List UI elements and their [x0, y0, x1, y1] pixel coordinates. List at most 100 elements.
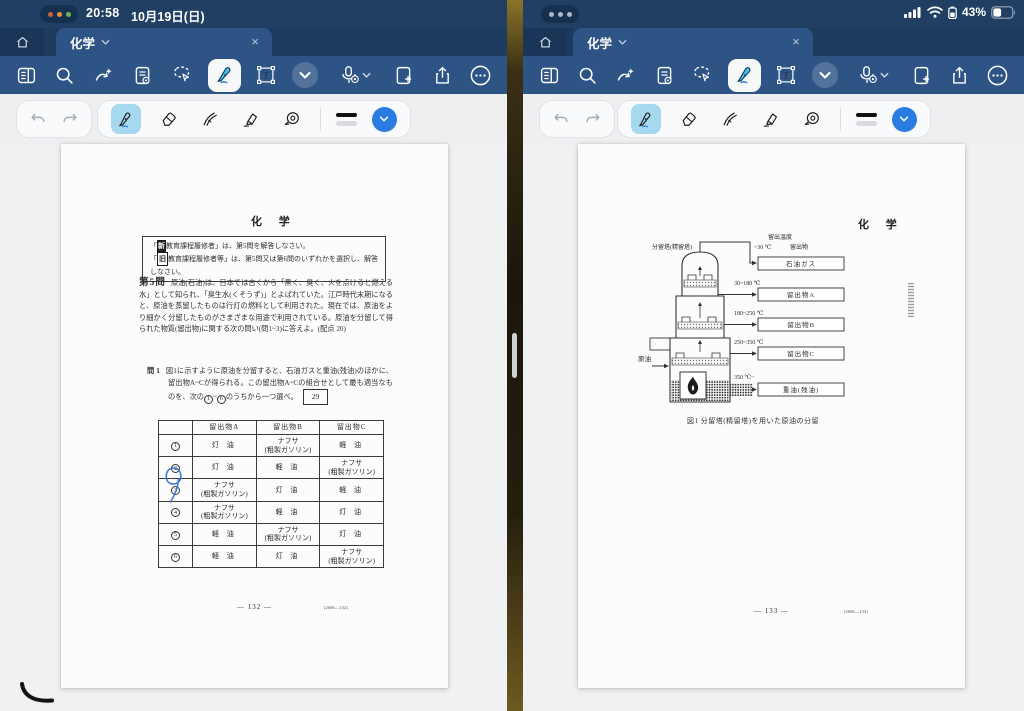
fountain-pen-tool-selected[interactable]: [631, 104, 661, 134]
figure-caption: 図1 分留塔(精留塔)を用いた原油の分留: [638, 416, 868, 426]
scroll-navigate-button[interactable]: [613, 62, 639, 88]
exam-page-133: 化 学 留出温度 分留塔(精留塔) ~30 ℃ 留出物: [578, 144, 965, 688]
new-curriculum-badge: 新: [157, 240, 166, 252]
highlighter-tool[interactable]: [758, 106, 784, 132]
highlighter-icon: [241, 109, 261, 129]
stroke-thickness-control[interactable]: [336, 113, 357, 126]
old-curriculum-badge: 旧: [157, 252, 168, 266]
chevron-down-icon: [362, 72, 371, 79]
tab-title: 化学: [70, 33, 95, 52]
battery-percent: 43%: [962, 5, 986, 19]
add-page-button[interactable]: [390, 62, 416, 88]
search-button[interactable]: [574, 62, 600, 88]
tab-close-button[interactable]: ×: [788, 34, 804, 50]
sidebar-toggle-button[interactable]: [13, 62, 39, 88]
pencil-tool[interactable]: [197, 106, 223, 132]
sparkle-swoosh-icon: [93, 65, 114, 86]
text-box-icon: T: [255, 64, 277, 86]
undo-button[interactable]: [28, 109, 48, 129]
circled-number: 6: [217, 395, 226, 404]
tray-2: [678, 322, 722, 329]
question5-label: 第5問: [139, 278, 166, 288]
question5-paragraph: 第5問原油(石油)は、日本では古くから「黒く、臭く、火を点けると燃える水」として…: [139, 278, 393, 336]
mic-active-dot-icon: [57, 12, 62, 17]
diagram-temp-c: 250~350 ℃: [734, 339, 764, 346]
chevron-down-icon: [819, 71, 831, 80]
tools-group: [617, 100, 931, 138]
add-page-icon: [911, 65, 932, 86]
tray-1: [684, 280, 716, 287]
main-toolbar-left: T: [0, 56, 507, 94]
document-canvas-left[interactable]: 化 学 「新教育課程履修者」は、第5問を解答しなさい。 「旧教育課程履修者等」は…: [0, 144, 507, 711]
accessory-battery-icon: [948, 6, 957, 19]
document-tab[interactable]: 化学 ×: [573, 28, 813, 56]
lasso-select-button[interactable]: [689, 62, 715, 88]
tape-tool[interactable]: [799, 106, 825, 132]
text-tool-button[interactable]: T: [253, 62, 279, 88]
share-button[interactable]: [947, 62, 973, 88]
eraser-tool[interactable]: [156, 106, 182, 132]
multitasking-dots-button[interactable]: [541, 5, 579, 23]
app-window-right: 43% 化学 ×: [523, 0, 1024, 711]
fountain-pen-icon: [636, 109, 656, 129]
read-only-mode-button[interactable]: [130, 62, 156, 88]
main-toolbar-right: T: [523, 56, 1024, 94]
sidebar-icon: [539, 65, 560, 86]
scroll-navigate-button[interactable]: [91, 62, 117, 88]
sidebar-toggle-button[interactable]: [536, 62, 562, 88]
highlighter-tool[interactable]: [238, 106, 264, 132]
tape-tool[interactable]: [279, 106, 305, 132]
search-button[interactable]: [52, 62, 78, 88]
lasso-icon: [171, 64, 193, 86]
share-button[interactable]: [429, 62, 455, 88]
add-page-button[interactable]: [908, 62, 934, 88]
eraser-tool[interactable]: [676, 106, 702, 132]
audio-record-button[interactable]: [331, 62, 377, 88]
lasso-select-button[interactable]: [169, 62, 195, 88]
app-window-left: 20:58 10月19日(日) 化学 ×: [0, 0, 507, 711]
home-button[interactable]: [0, 28, 44, 56]
page-number: — 133 —: [578, 607, 965, 615]
pen-tool-button[interactable]: [728, 59, 761, 92]
multitasking-dots-button[interactable]: [40, 5, 78, 23]
thickness-bar: [336, 121, 357, 126]
redo-button[interactable]: [60, 109, 80, 129]
pencil-tool[interactable]: [717, 106, 743, 132]
document-tab[interactable]: 化学 ×: [56, 28, 272, 56]
undo-button[interactable]: [551, 109, 571, 129]
home-button[interactable]: [523, 28, 567, 56]
question1-label: 問 1: [147, 367, 160, 375]
diagram-box-distillate-a: 留出物A: [787, 290, 815, 299]
color-picker-button[interactable]: [372, 107, 397, 132]
color-picker-button[interactable]: [892, 107, 917, 132]
pen-tool-button[interactable]: [208, 59, 241, 92]
fountain-pen-tool-selected[interactable]: [111, 104, 141, 134]
lasso-icon: [691, 64, 713, 86]
recording-dot-icon: [48, 12, 53, 17]
more-options-button[interactable]: [985, 62, 1011, 88]
more-tools-expander-button[interactable]: [292, 62, 318, 88]
text-tool-button[interactable]: T: [773, 62, 799, 88]
highlighter-icon: [761, 109, 781, 129]
microphone-icon: [856, 64, 878, 86]
stroke-thickness-control[interactable]: [856, 113, 877, 126]
exam-page-132: 化 学 「新教育課程履修者」は、第5問を解答しなさい。 「旧教育課程履修者等」は…: [61, 144, 448, 688]
ellipsis-icon: [986, 64, 1009, 87]
chevron-down-icon: [101, 39, 110, 46]
redo-button[interactable]: [583, 109, 603, 129]
split-view-drag-handle[interactable]: [512, 333, 517, 378]
document-canvas-right[interactable]: 化 学 留出温度 分留塔(精留塔) ~30 ℃ 留出物: [523, 144, 1024, 711]
distillation-column-diagram: 留出温度 分留塔(精留塔) ~30 ℃ 留出物: [638, 230, 868, 412]
share-icon: [432, 65, 453, 86]
table-row: 3ナフサ (粗製ガソリン)灯 油軽 油: [159, 479, 384, 501]
tab-close-button[interactable]: ×: [247, 34, 263, 50]
read-only-mode-button[interactable]: [651, 62, 677, 88]
more-tools-expander-button[interactable]: [812, 62, 838, 88]
diagram-box-distillate-c: 留出物C: [787, 349, 815, 358]
audio-record-button[interactable]: [850, 62, 896, 88]
dip-pen-icon: [720, 109, 740, 129]
battery-icon: [991, 6, 1016, 19]
table-header-row: 留出物A 留出物B 留出物C: [159, 421, 384, 435]
dot-icon: [567, 12, 572, 17]
more-options-button[interactable]: [468, 62, 494, 88]
